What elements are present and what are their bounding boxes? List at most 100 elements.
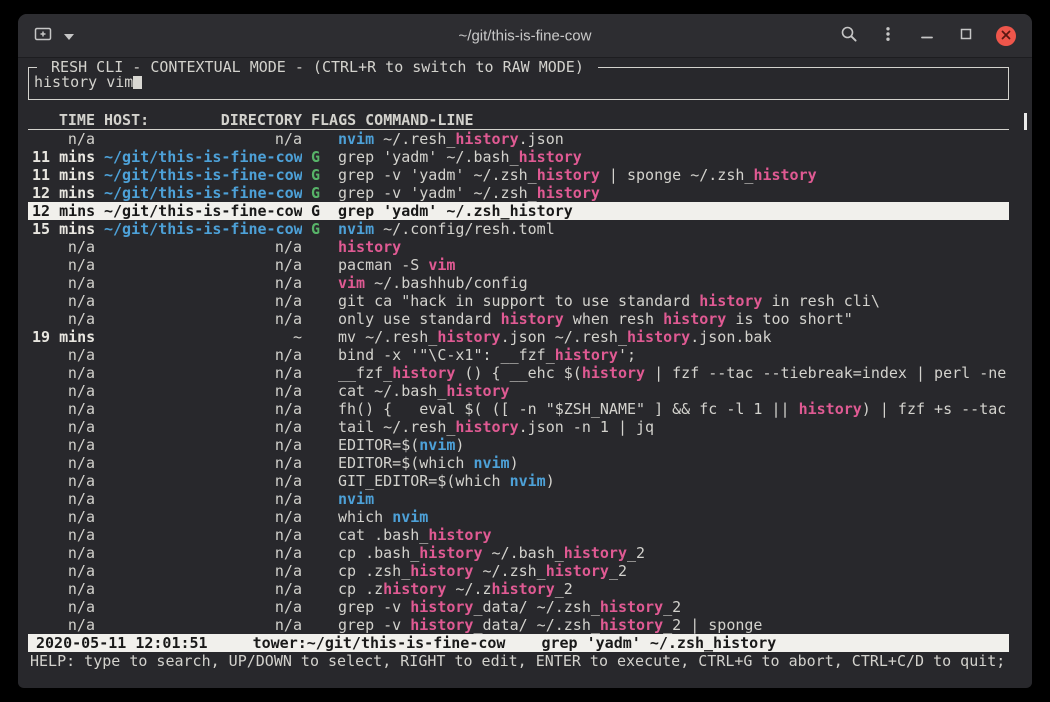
row-command: which nvim — [338, 508, 1009, 526]
row-flags — [311, 292, 338, 310]
profile-dropdown-button[interactable] — [64, 27, 74, 45]
history-row[interactable]: n/an/abind -x '"\C-x1": __fzf_history'; — [28, 346, 1009, 364]
row-command: cat ~/.bash_history — [338, 382, 1009, 400]
history-row[interactable]: 19 mins~mv ~/.resh_history.json ~/.resh_… — [28, 328, 1009, 346]
history-row[interactable]: n/an/aonly use standard history when res… — [28, 310, 1009, 328]
history-row[interactable]: n/an/apacman -S vim — [28, 256, 1009, 274]
scrollbar-thumb[interactable] — [1024, 113, 1027, 130]
row-command: cat .bash_history — [338, 526, 1009, 544]
row-directory: n/a — [104, 400, 302, 418]
history-row[interactable]: n/an/agrep -v history_data/ ~/.zsh_histo… — [28, 616, 1009, 634]
history-row[interactable]: n/an/afh() { eval $( ([ -n "$ZSH_NAME" ]… — [28, 400, 1009, 418]
text-cursor — [133, 74, 142, 89]
history-row[interactable]: n/an/avim ~/.bashhub/config — [28, 274, 1009, 292]
status-command: grep 'yadm' ~/.zsh_history — [541, 634, 776, 652]
history-row[interactable]: n/an/ahistory — [28, 238, 1009, 256]
restore-button[interactable] — [957, 25, 975, 48]
row-directory: n/a — [104, 526, 302, 544]
row-directory: n/a — [104, 256, 302, 274]
history-row[interactable]: n/an/acp .zsh_history ~/.zsh_history_2 — [28, 562, 1009, 580]
row-flags — [311, 346, 338, 364]
row-command: grep 'yadm' ~/.bash_history — [338, 148, 1009, 166]
row-time: 11 mins — [32, 166, 95, 184]
row-flags — [311, 544, 338, 562]
menu-button[interactable] — [879, 25, 897, 48]
close-button[interactable] — [996, 26, 1016, 46]
row-flags — [311, 598, 338, 616]
terminal-screen: RESH CLI - CONTEXTUAL MODE - (CTRL+R to … — [18, 58, 1032, 687]
history-row[interactable]: n/an/aGIT_EDITOR=$(which nvim) — [28, 472, 1009, 490]
row-command: nvim — [338, 490, 1009, 508]
row-time: n/a — [32, 490, 95, 508]
history-row[interactable]: n/an/awhich nvim — [28, 508, 1009, 526]
row-directory: n/a — [104, 346, 302, 364]
row-flags — [311, 238, 338, 256]
row-flags — [311, 562, 338, 580]
header-flags: FLAGS — [311, 111, 356, 129]
row-time: 19 mins — [32, 328, 95, 346]
row-command: grep -v 'yadm' ~/.zsh_history | sponge ~… — [338, 166, 1009, 184]
row-directory: n/a — [104, 418, 302, 436]
history-row[interactable]: n/an/agit ca "hack in support to use sta… — [28, 292, 1009, 310]
row-command: git ca "hack in support to use standard … — [338, 292, 1009, 310]
row-flags — [311, 418, 338, 436]
history-row[interactable]: n/an/acp .zhistory ~/.zhistory_2 — [28, 580, 1009, 598]
row-time: n/a — [32, 346, 95, 364]
minimize-button[interactable] — [918, 25, 936, 48]
row-time: n/a — [32, 598, 95, 616]
window-title: ~/git/this-is-fine-cow — [459, 27, 592, 44]
row-time: n/a — [32, 130, 95, 148]
history-row[interactable]: 11 mins ~/git/this-is-fine-cow Ggrep -v 'y… — [28, 166, 1009, 184]
history-row[interactable]: n/an/acat .bash_history — [28, 526, 1009, 544]
resh-content: TIMEHOST:DIRECTORYFLAGSCOMMAND-LINE n/an… — [28, 111, 1009, 670]
close-icon — [1001, 27, 1011, 45]
history-list: n/an/anvim ~/.resh_history.json 11 mins~… — [28, 130, 1009, 634]
row-time: 12 mins — [32, 184, 95, 202]
history-row[interactable]: n/an/a__fzf_history () { __ehc $(history… — [28, 364, 1009, 382]
list-header: TIMEHOST:DIRECTORYFLAGSCOMMAND-LINE — [28, 111, 1009, 130]
row-flags — [311, 454, 338, 472]
row-directory: n/a — [104, 382, 302, 400]
row-flags: G — [311, 220, 338, 238]
row-flags — [311, 130, 338, 148]
history-row[interactable]: 12 mins~/git/this-is-fine-cowGgrep -v 'y… — [28, 184, 1009, 202]
row-command: grep 'yadm' ~/.zsh_history — [338, 202, 1009, 220]
row-directory: n/a — [104, 238, 302, 256]
history-row[interactable]: n/an/anvim — [28, 490, 1009, 508]
row-flags — [311, 382, 338, 400]
history-row[interactable]: 15 mins~/git/this-is-fine-cowGnvim ~/.co… — [28, 220, 1009, 238]
status-timestamp: 2020-05-11 12:01:51 — [36, 634, 208, 652]
history-row[interactable]: 11 mins~/git/this-is-fine-cowGgrep 'yadm… — [28, 148, 1009, 166]
history-row[interactable]: n/an/aEDITOR=$(nvim) — [28, 436, 1009, 454]
row-flags — [311, 274, 338, 292]
row-directory: ~/git/this-is-fine-cow — [104, 184, 302, 202]
history-row[interactable]: n/an/agrep -v history_data/ ~/.zsh_histo… — [28, 598, 1009, 616]
row-flags: G — [311, 148, 338, 166]
header-host-directory: HOST:DIRECTORY — [104, 111, 302, 129]
new-tab-button[interactable] — [34, 25, 52, 47]
row-time: n/a — [32, 274, 95, 292]
row-time: n/a — [32, 382, 95, 400]
history-row[interactable]: n/an/atail ~/.resh_history.json -n 1 | j… — [28, 418, 1009, 436]
row-command: grep -v history_data/ ~/.zsh_history_2 |… — [338, 616, 1009, 634]
resh-mode-title: RESH CLI - CONTEXTUAL MODE - (CTRL+R to … — [37, 59, 598, 76]
row-command: pacman -S vim — [338, 256, 1009, 274]
history-row[interactable]: n/an/aEDITOR=$(which nvim) — [28, 454, 1009, 472]
history-row[interactable]: n/an/acp .bash_history ~/.bash_history_2 — [28, 544, 1009, 562]
row-flags — [311, 472, 338, 490]
row-flags — [311, 508, 338, 526]
row-command: nvim ~/.resh_history.json — [338, 130, 1009, 148]
help-line: HELP: type to search, UP/DOWN to select,… — [28, 652, 1009, 670]
history-row[interactable]: n/a n/a cat ~/.bash_history — [28, 382, 1009, 400]
row-directory: n/a — [104, 616, 302, 634]
history-row[interactable]: 12 mins~/git/this-is-fine-cowGgrep 'yadm… — [28, 202, 1009, 220]
row-directory: ~/git/this-is-fine-cow — [104, 166, 302, 184]
row-command: fh() { eval $( ([ -n "$ZSH_NAME" ] && fc… — [338, 400, 1009, 418]
history-row[interactable]: n/an/anvim ~/.resh_history.json — [28, 130, 1009, 148]
row-time: n/a — [32, 454, 95, 472]
row-flags: G — [311, 166, 338, 184]
new-tab-icon — [34, 25, 52, 47]
row-flags — [311, 328, 338, 346]
search-button[interactable] — [840, 25, 858, 48]
row-command: cp .zhistory ~/.zhistory_2 — [338, 580, 1009, 598]
